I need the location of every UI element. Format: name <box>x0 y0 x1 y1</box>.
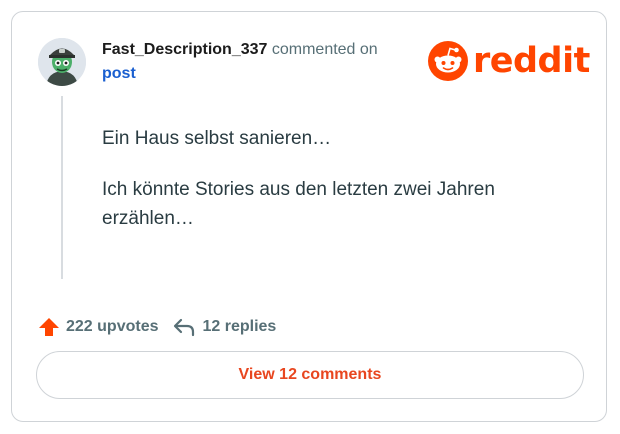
reply-arrow-icon <box>174 318 195 337</box>
comment-paragraph: Ein Haus selbst sanieren… <box>102 128 332 149</box>
reddit-alien-icon <box>428 41 468 81</box>
view-comments-button[interactable]: View 12 comments <box>36 351 584 399</box>
view-comments-label: View 12 comments <box>238 366 382 383</box>
replies-stat[interactable]: 12 replies <box>172 316 276 338</box>
avatar[interactable] <box>38 38 86 86</box>
comment-stats: 222 upvotes 12 replies <box>38 314 290 340</box>
post-link[interactable]: post <box>102 62 412 86</box>
comment-body: Ein Haus selbst sanieren… Ich könnte Sto… <box>102 124 572 255</box>
reddit-logo[interactable]: reddit <box>427 40 590 82</box>
thread-line <box>61 96 63 279</box>
upvotes-count: 222 upvotes <box>66 318 159 335</box>
avatar-image <box>38 38 86 86</box>
username[interactable]: Fast_Description_337 <box>102 41 267 58</box>
upvotes-stat[interactable]: 222 upvotes <box>38 316 158 338</box>
comment-header: Fast_Description_337 commented on post <box>102 38 412 86</box>
reddit-wordmark: reddit <box>473 41 590 81</box>
comment-paragraph: Ich könnte Stories aus den letzten zwei … <box>102 179 495 229</box>
upvote-arrow-icon <box>39 318 59 336</box>
commented-on-text: commented on <box>271 41 378 58</box>
embedded-comment-card: Fast_Description_337 commented on post r… <box>11 11 607 422</box>
replies-count: 12 replies <box>202 318 277 335</box>
